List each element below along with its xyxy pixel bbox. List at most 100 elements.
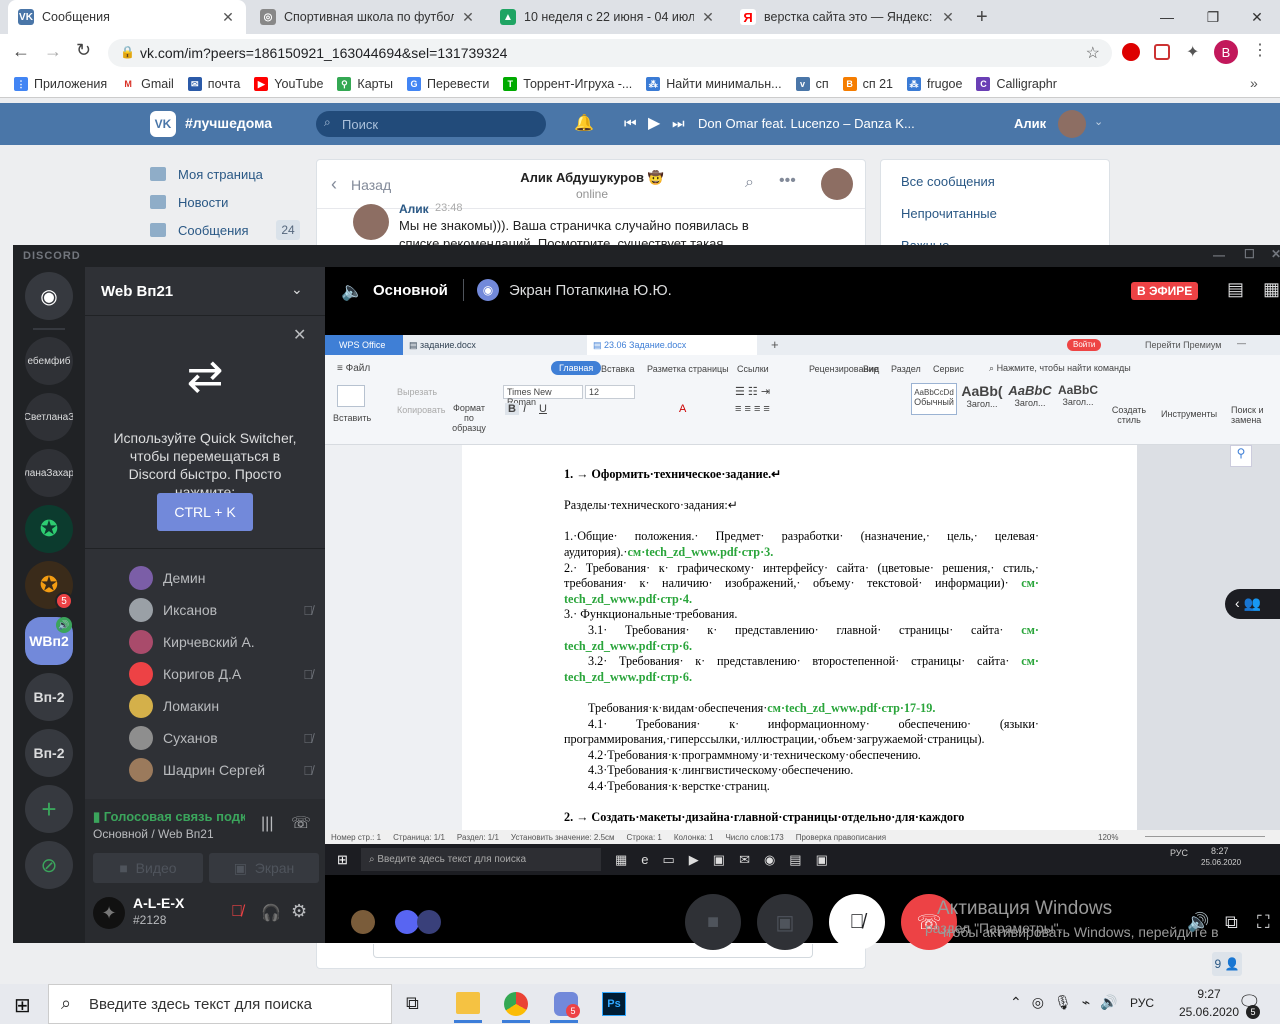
create-style-label[interactable]: Создать стиль [1111, 405, 1147, 425]
voice-channel-path[interactable]: Основной / Web Вп21 [93, 827, 214, 841]
menu-all-messages[interactable]: Все сообщения [901, 174, 995, 189]
user-avatar[interactable]: ✦ [93, 897, 125, 929]
font-name-select[interactable]: Times New Roman [503, 385, 583, 407]
bookmark-torrent[interactable]: T Торрент-Игруха -... [503, 76, 632, 91]
play-icon[interactable]: ▶ [648, 113, 660, 133]
vk-logo-text[interactable]: #лучшедома [185, 115, 272, 131]
discord-home-icon[interactable]: ◉ [25, 272, 73, 320]
vk-online-friends-badge[interactable]: 9 👤 [1212, 952, 1242, 976]
menu-layout[interactable]: Разметка страницы [647, 364, 729, 374]
minimize-button[interactable]: — [1213, 248, 1226, 262]
minimize-button[interactable]: — [1237, 338, 1246, 348]
mute-mic-button[interactable]: 🎙̸ [829, 894, 885, 950]
close-tab-icon[interactable]: ✕ [940, 9, 956, 26]
font-color-button[interactable]: A [679, 403, 686, 415]
profile-avatar[interactable]: B [1214, 40, 1238, 64]
vk-logo-icon[interactable]: VK [150, 111, 176, 137]
new-doc-icon[interactable]: + [771, 337, 779, 352]
guild-item[interactable]: ланаЗахар [25, 449, 73, 497]
maximize-button[interactable]: ☐ [1244, 247, 1256, 261]
photoshop-icon[interactable]: Ps [602, 992, 626, 1016]
copy-label[interactable]: Копировать [397, 405, 445, 415]
bookmark-youtube[interactable]: ▶ YouTube [254, 76, 323, 91]
find-replace-label[interactable]: Поиск и замена [1231, 405, 1271, 425]
guild-item[interactable]: ебемфиб [25, 337, 73, 385]
close-tab-icon[interactable]: ✕ [220, 9, 236, 26]
close-tab-icon[interactable]: ✕ [700, 9, 716, 26]
chrome-icon[interactable] [504, 992, 528, 1016]
peer-avatar[interactable] [821, 168, 853, 200]
menu-section[interactable]: Раздел [891, 364, 921, 374]
headphones-icon[interactable]: 🎧 [261, 903, 281, 923]
cut-label[interactable]: Вырезать [397, 387, 437, 397]
taskbar-search-input[interactable]: ⌕ Введите здесь текст для поиска [48, 984, 392, 1024]
side-item-news[interactable]: Новости [150, 188, 300, 216]
pocket-extension-icon[interactable] [1154, 44, 1170, 60]
menu-file-icon[interactable]: ≡ Файл [337, 363, 370, 374]
popout-window-icon[interactable]: ⧉ [1225, 912, 1238, 933]
guild-item[interactable]: Вп-2 [25, 673, 73, 721]
paste-icon[interactable] [337, 385, 365, 407]
tab-yandex[interactable]: Я верстка сайта это — Яндекс: на ✕ [730, 0, 966, 34]
discord-member-toggle[interactable]: ‹ 👥 [1225, 589, 1280, 619]
side-item-my-page[interactable]: Моя страница [150, 160, 300, 188]
align-buttons-icon[interactable]: ≡ ≡ ≡ ≡ [735, 403, 770, 415]
wps-office-tab[interactable]: WPS Office [325, 335, 403, 355]
explore-compass-icon[interactable]: ⊘ [25, 841, 73, 889]
voice-member[interactable]: Шадрин Сергей 🎙̸ [129, 754, 313, 786]
chevron-down-icon[interactable]: ⌄ [291, 281, 303, 298]
bookmark-maps[interactable]: ⚲ Карты [337, 76, 393, 91]
menu-home[interactable]: Главная [551, 361, 602, 375]
star-icon[interactable]: ☆ [1086, 43, 1100, 63]
mic-muted-icon[interactable]: 🎙̸ [231, 903, 243, 921]
address-bar[interactable]: 🔒 vk.com/im?peers=186150921_163044694&se… [108, 39, 1112, 67]
disconnect-call-icon[interactable]: ☏ [291, 813, 311, 833]
menu-kebab-icon[interactable]: ⋮ [1252, 40, 1268, 60]
star-guild-icon[interactable]: ✪ [25, 505, 73, 553]
style-normal[interactable]: AaBbCcDd Обычный [911, 383, 957, 415]
popout-icon[interactable]: ▤ [1227, 279, 1244, 300]
document-page[interactable]: 1. → Оформить·техническое·задание.↵ Разд… [462, 445, 1137, 830]
settings-gear-icon[interactable]: ⚙ [291, 901, 307, 922]
extensions-puzzle-icon[interactable]: ✦ [1186, 42, 1199, 62]
bookmark-apps[interactable]: ⋮ Приложения [14, 76, 107, 91]
ctrl-k-button[interactable]: CTRL + K [157, 493, 253, 531]
tray-time[interactable]: 9:27 [1182, 987, 1236, 1001]
bookmark-gmail[interactable]: M Gmail [121, 76, 174, 91]
bookmark-find-min[interactable]: ⁂ Найти минимальн... [646, 76, 782, 91]
new-tab-button[interactable]: + [976, 6, 988, 29]
back-arrow-icon[interactable]: ← [12, 41, 30, 62]
guild-item[interactable]: Вп-2 [25, 729, 73, 777]
more-dots-icon[interactable]: ••• [779, 172, 796, 190]
windows-start-icon[interactable]: ⊞ [14, 993, 31, 1018]
close-button[interactable]: ✕ [1271, 247, 1280, 261]
now-playing-text[interactable]: Don Omar feat. Lucenzo – Danza K... [698, 116, 915, 131]
close-icon[interactable]: ✕ [293, 325, 306, 345]
side-item-messages[interactable]: Сообщения 24 [150, 216, 300, 244]
peer-name[interactable]: Алик Абдушукуров 🤠 [497, 170, 687, 186]
command-search[interactable]: ⌕ Нажмите, чтобы найти команды [989, 363, 1131, 374]
style-heading2[interactable]: AaBbC Загол... [1007, 383, 1053, 415]
participant-avatar[interactable] [417, 910, 441, 934]
menu-view[interactable]: Вид [863, 364, 879, 374]
doc-tab-active[interactable]: ▤ 23.06 Задание.docx [587, 335, 757, 355]
zoom-slider[interactable] [1145, 836, 1265, 837]
more-bookmarks-icon[interactable]: » [1250, 75, 1258, 91]
close-window-button[interactable]: ✕ [1234, 0, 1280, 34]
reload-icon[interactable]: ↻ [76, 40, 91, 61]
list-buttons-icon[interactable]: ☰ ☷ ⇥ [735, 385, 770, 398]
forward-arrow-icon[interactable]: → [44, 41, 62, 62]
guild-item[interactable]: СветланаЗ [25, 393, 73, 441]
format-painter-label[interactable]: Формат по образцу [449, 403, 489, 433]
menu-insert[interactable]: Вставка [601, 364, 634, 374]
back-button[interactable]: ‹ Назад [331, 174, 391, 195]
bookmark-sp[interactable]: v сп [795, 76, 829, 91]
login-button[interactable]: Войти [1067, 339, 1102, 351]
participant-avatar[interactable] [351, 910, 375, 934]
style-heading3[interactable]: AaBbC Загол... [1055, 383, 1101, 415]
voice-member[interactable]: Коригов Д.А 🎙̸ [129, 658, 313, 690]
menu-tools[interactable]: Сервис [933, 364, 964, 374]
bookmark-mail[interactable]: ✉ почта [187, 76, 240, 91]
premium-link[interactable]: Перейти Премиум [1145, 340, 1221, 350]
voice-member[interactable]: Демин [129, 562, 309, 594]
